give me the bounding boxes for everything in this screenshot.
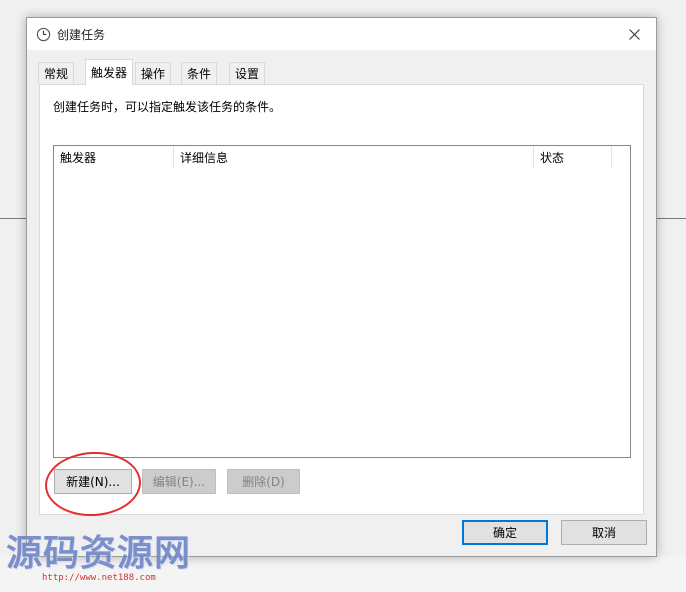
- background-window-edge-left: [0, 218, 26, 219]
- close-button[interactable]: [612, 18, 656, 50]
- triggers-list[interactable]: 触发器 详细信息 状态: [53, 145, 631, 458]
- triggers-description: 创建任务时，可以指定触发该任务的条件。: [53, 100, 282, 114]
- new-trigger-button[interactable]: 新建(N)...: [54, 469, 132, 494]
- ok-button[interactable]: 确定: [462, 520, 548, 545]
- tab-actions[interactable]: 操作: [135, 62, 172, 84]
- clock-icon: [36, 27, 51, 42]
- cancel-button[interactable]: 取消: [561, 520, 647, 545]
- triggers-tab-panel: 创建任务时，可以指定触发该任务的条件。 触发器 详细信息 状态 新建(N)...…: [39, 84, 644, 519]
- watermark-url: http://www.net188.com: [42, 573, 156, 583]
- background-window-edge-right: [656, 218, 686, 219]
- watermark-logo: 源码资源网: [6, 533, 192, 574]
- tab-conditions[interactable]: 条件: [181, 62, 218, 84]
- list-header: 触发器 详细信息 状态: [54, 146, 630, 168]
- column-header-status[interactable]: 状态: [534, 146, 612, 168]
- tab-triggers[interactable]: 触发器: [85, 59, 134, 85]
- column-header-trigger[interactable]: 触发器: [54, 146, 174, 168]
- title-bar[interactable]: 创建任务: [27, 18, 656, 50]
- create-task-dialog: 创建任务 常规 触发器 操作 条件 设置 创建任务时，可以指定触发该任务的条件。…: [26, 17, 657, 557]
- column-header-details[interactable]: 详细信息: [174, 146, 534, 168]
- close-icon: [628, 28, 640, 40]
- edit-trigger-button[interactable]: 编辑(E)...: [142, 469, 216, 494]
- delete-trigger-button[interactable]: 删除(D): [227, 469, 300, 494]
- tab-settings[interactable]: 设置: [229, 62, 266, 84]
- window-title: 创建任务: [57, 28, 106, 42]
- tab-general[interactable]: 常规: [38, 62, 75, 84]
